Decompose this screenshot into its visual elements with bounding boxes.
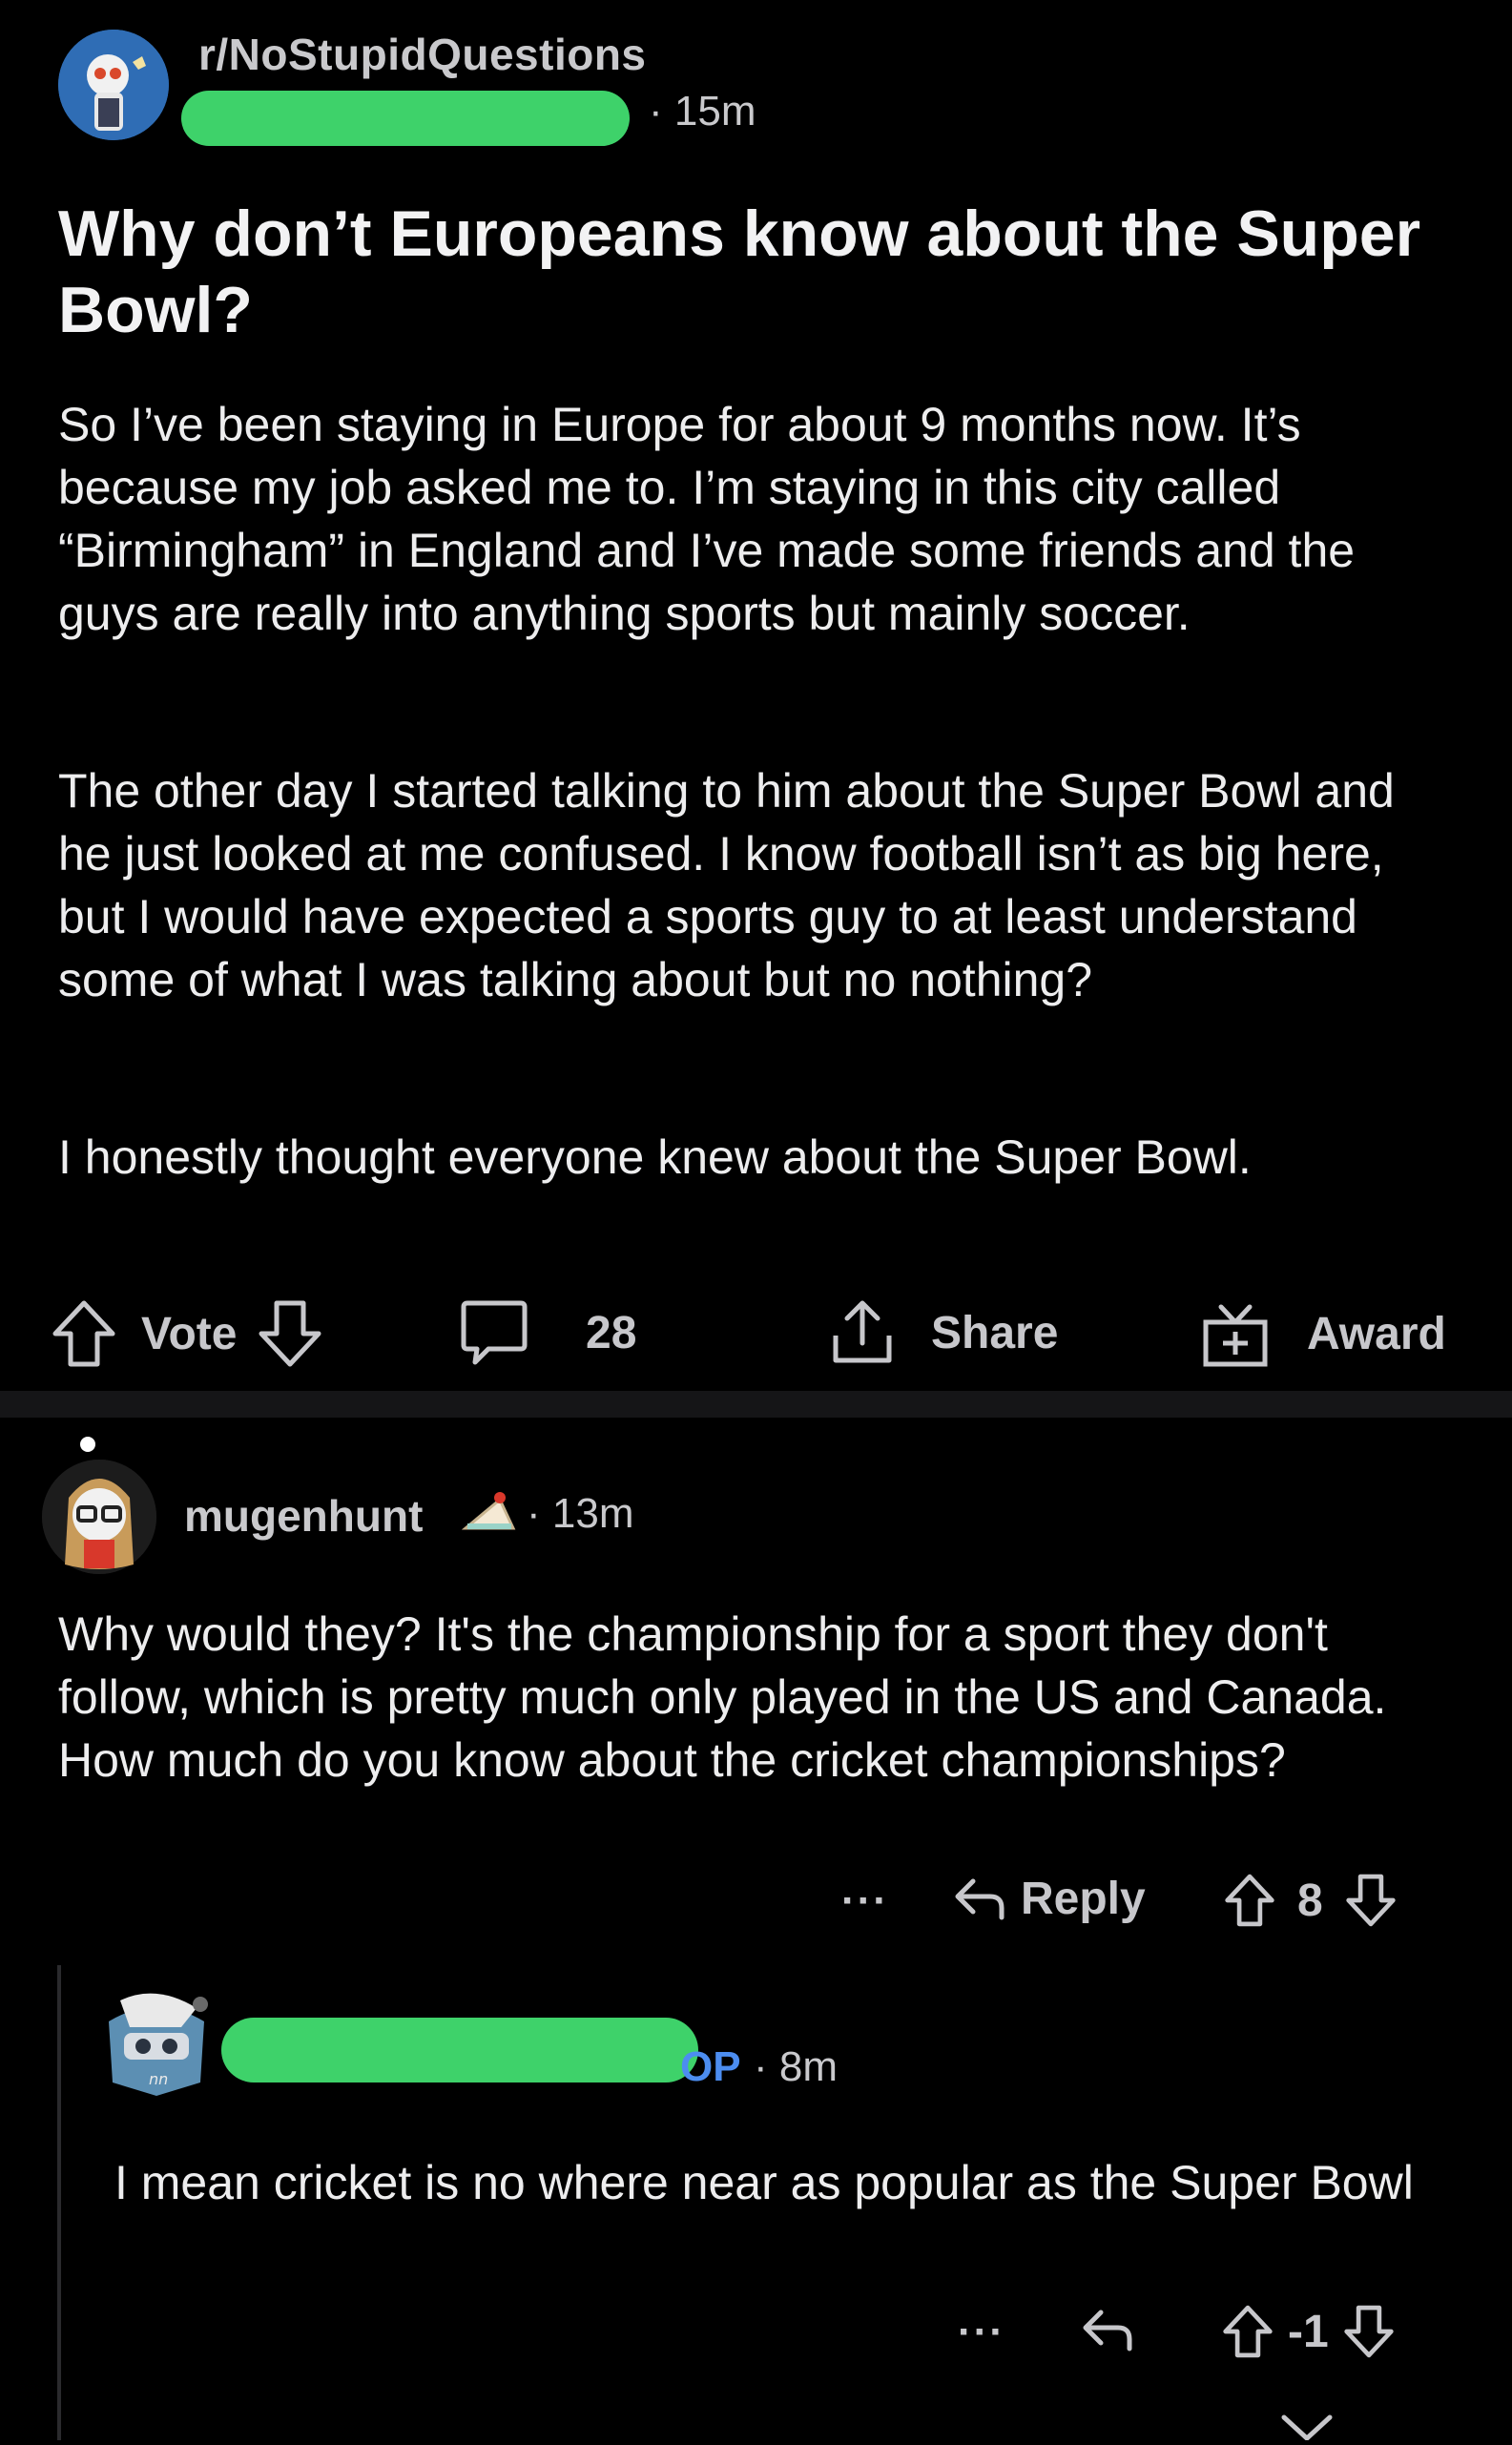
vote-control: Vote xyxy=(50,1297,324,1370)
commenter-avatar[interactable] xyxy=(42,1460,156,1574)
post-body-paragraph-3: I honestly thought everyone knew about t… xyxy=(58,1130,1252,1184)
share-label: Share xyxy=(931,1307,1059,1358)
reply-arrow-icon xyxy=(952,1872,1007,1925)
gift-icon xyxy=(1200,1297,1271,1370)
comment-action-bar: ··· Reply 8 xyxy=(0,1860,1512,1946)
post-header: r/NoStupidQuestions · 15m xyxy=(0,0,1512,162)
redacted-username xyxy=(181,91,630,146)
next-item-peek xyxy=(0,2404,1512,2442)
subreddit-name[interactable]: r/NoStupidQuestions xyxy=(198,29,647,80)
downvote-arrow-icon[interactable] xyxy=(1342,2303,1396,2360)
redacted-username xyxy=(221,2018,698,2082)
reply-body: I mean cricket is no where near as popul… xyxy=(114,2156,1414,2209)
reply-action-bar: ··· -1 xyxy=(0,2290,1512,2375)
downvote-arrow-icon[interactable] xyxy=(256,1297,324,1370)
comments-button[interactable]: 28 xyxy=(458,1297,636,1368)
collapse-chevron-icon[interactable] xyxy=(1278,2414,1336,2445)
op-badge: OP xyxy=(680,2043,741,2090)
svg-text:nn: nn xyxy=(149,2070,168,2088)
comment-score: 8 xyxy=(1297,1875,1323,1926)
downvote-arrow-icon[interactable] xyxy=(1344,1872,1398,1929)
op-avatar[interactable]: nn xyxy=(101,1989,212,2100)
upvote-arrow-icon[interactable] xyxy=(50,1297,118,1370)
comment-reply-button[interactable]: Reply xyxy=(952,1872,1146,1925)
avatar-accessory-icon xyxy=(80,1437,95,1452)
upvote-arrow-icon[interactable] xyxy=(1221,2303,1274,2360)
award-button[interactable]: Award xyxy=(1200,1297,1446,1370)
comments-count: 28 xyxy=(586,1307,637,1358)
comment-vote-control: 8 xyxy=(1223,1872,1398,1929)
reply-reply-button[interactable] xyxy=(1080,2303,1135,2356)
post-title[interactable]: Why don’t Europeans know about the Super… xyxy=(58,196,1441,348)
vote-label: Vote xyxy=(141,1308,238,1359)
comment-timestamp: · 13m xyxy=(527,1490,634,1537)
reply-more-options[interactable]: ··· xyxy=(958,2309,1005,2356)
commenter-username[interactable]: mugenhunt xyxy=(184,1490,423,1542)
comment-more-options[interactable]: ··· xyxy=(841,1877,889,1925)
share-icon xyxy=(828,1297,897,1368)
upvote-arrow-icon[interactable] xyxy=(1223,1872,1276,1929)
section-divider xyxy=(0,1391,1512,1418)
award-label: Award xyxy=(1307,1308,1446,1359)
cake-day-icon xyxy=(461,1486,517,1546)
reply-score: -1 xyxy=(1288,2306,1329,2357)
post-body-paragraph-2: The other day I started talking to him a… xyxy=(58,764,1395,1006)
post-body-paragraph-1: So I’ve been staying in Europe for about… xyxy=(58,398,1356,640)
reply-arrow-icon xyxy=(1080,2303,1135,2356)
post-action-bar: Vote 28 Share Award xyxy=(0,1278,1512,1383)
post-timestamp: · 15m xyxy=(649,88,756,135)
reply-label: Reply xyxy=(1021,1873,1146,1924)
comment-body: Why would they? It's the championship fo… xyxy=(58,1607,1387,1787)
reply-timestamp: · 8m xyxy=(754,2043,838,2090)
comment-bubble-icon xyxy=(458,1297,530,1368)
reply-vote-control: -1 xyxy=(1221,2303,1396,2360)
subreddit-avatar[interactable] xyxy=(58,30,169,140)
share-button[interactable]: Share xyxy=(828,1297,1058,1368)
